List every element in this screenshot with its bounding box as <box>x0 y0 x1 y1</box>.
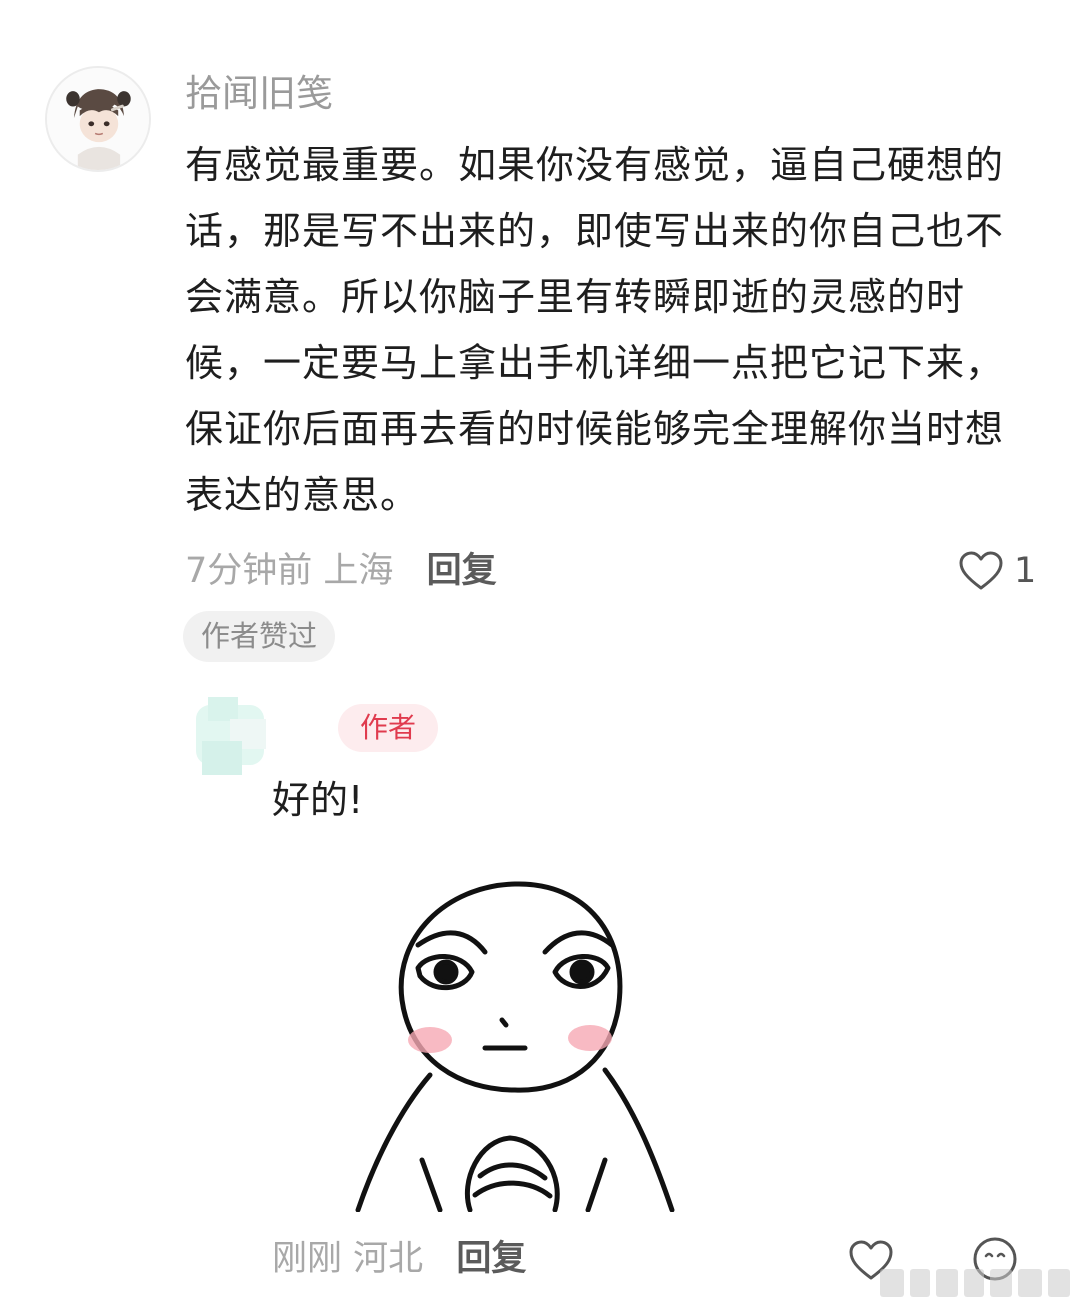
blurred-avatar-image <box>196 697 266 775</box>
reply-location: 河北 <box>353 1239 424 1279</box>
comment-location: 上海 <box>323 551 394 591</box>
like-button[interactable]: 1 <box>958 548 1036 594</box>
reply-text: 好的! <box>272 778 364 822</box>
reply-reply-button[interactable]: 回复 <box>456 1239 526 1279</box>
author-tag: 作者 <box>338 704 439 752</box>
reply-time: 刚刚 <box>272 1239 343 1279</box>
reply-avatar[interactable] <box>190 697 270 777</box>
watermark-image <box>880 1269 1070 1297</box>
user-avatar[interactable] <box>45 66 151 172</box>
comment-time: 7分钟前 <box>185 551 313 591</box>
sticker-image[interactable] <box>350 860 680 1212</box>
reply-username-obscured[interactable] <box>278 706 328 748</box>
like-count: 1 <box>1014 551 1037 591</box>
watermark <box>880 1263 1075 1303</box>
author-liked-badge: 作者赞过 <box>183 611 336 662</box>
comment-meta: 7分钟前 上海 回复 <box>185 548 497 594</box>
reply-meta: 刚刚 河北 回复 <box>272 1236 526 1282</box>
avatar-image <box>47 68 149 170</box>
comment-text: 有感觉最重要。如果你没有感觉，逼自己硬想的话，那是写不出来的，即使写出来的你自己… <box>185 143 1005 517</box>
reply-button[interactable]: 回复 <box>427 551 497 591</box>
cartoon-face-sticker <box>355 881 675 1212</box>
username[interactable]: 拾闻旧笺 <box>185 70 333 118</box>
heart-outline-icon <box>959 551 1003 590</box>
